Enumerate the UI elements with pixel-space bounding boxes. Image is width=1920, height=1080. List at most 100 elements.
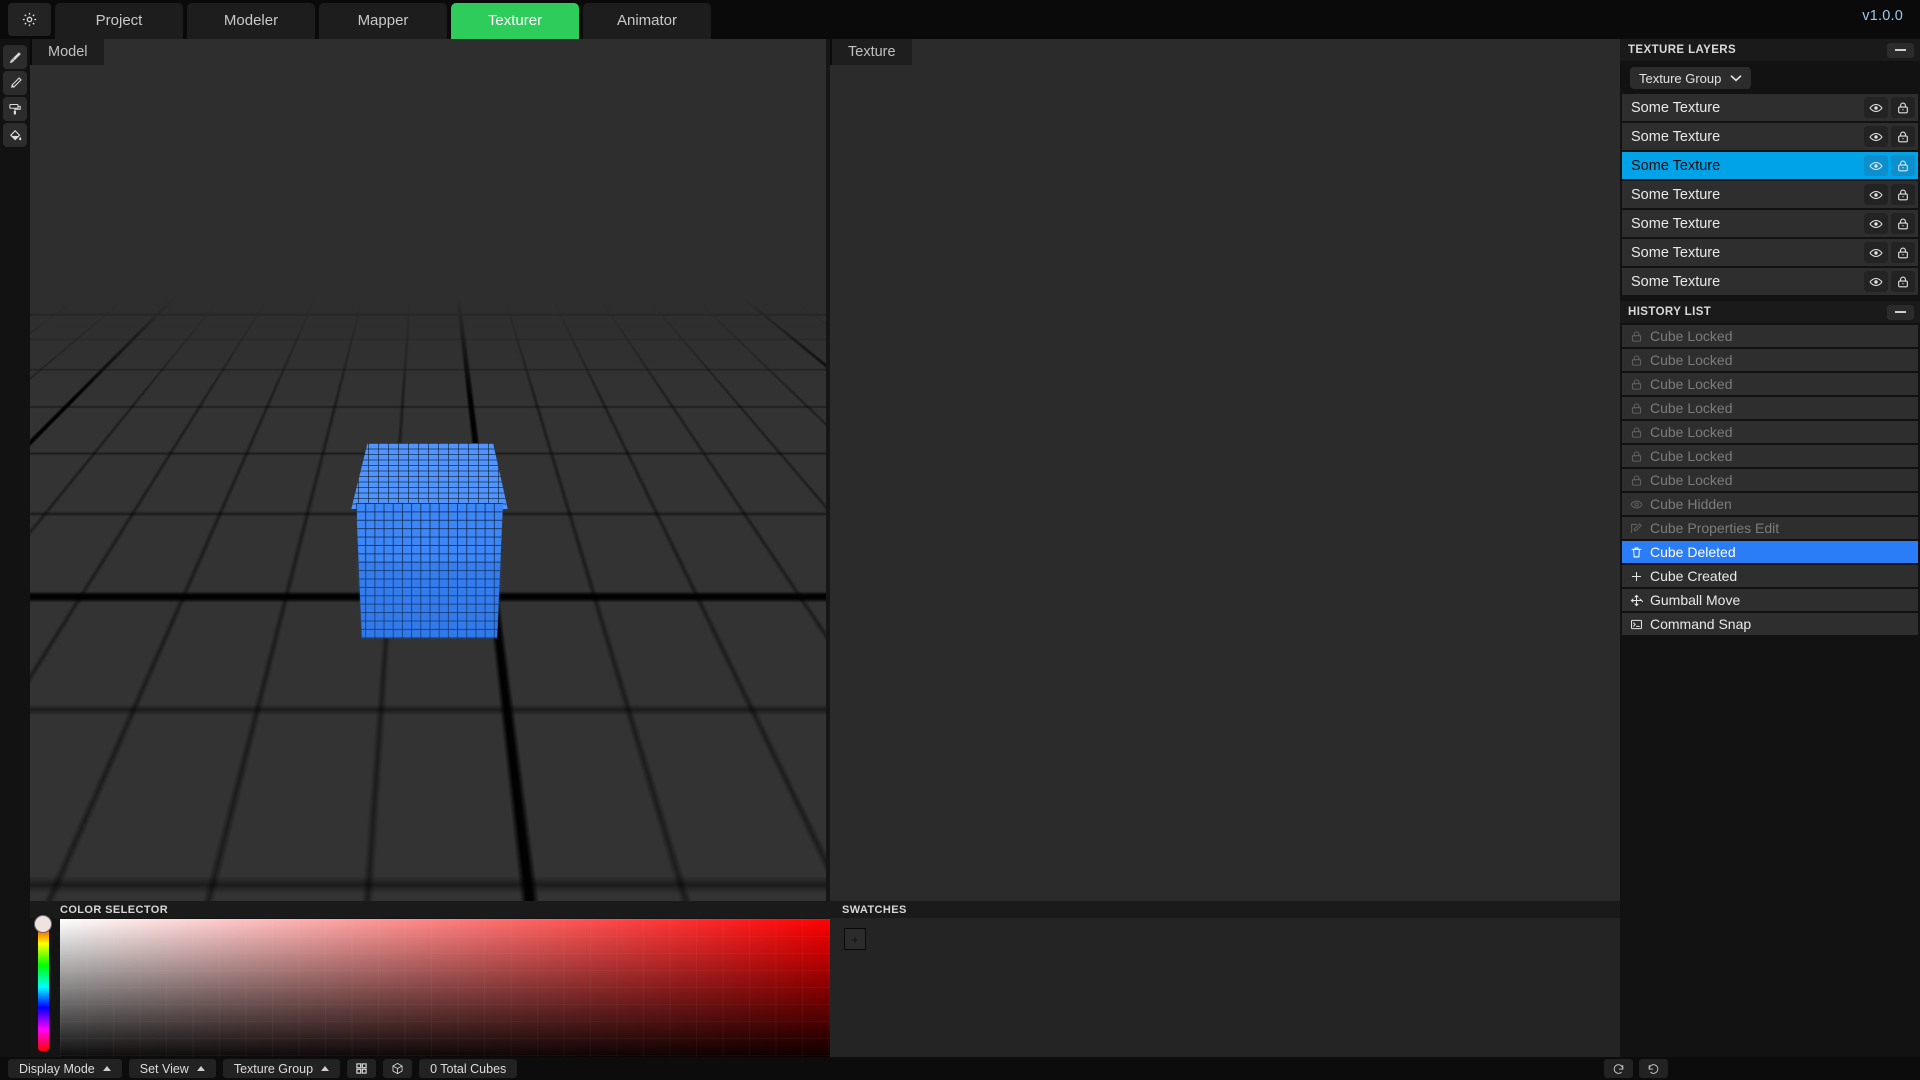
redo-button[interactable] [1639,1059,1668,1078]
history-entry-label: Cube Locked [1650,352,1733,368]
texture-layer-row[interactable]: Some Texture [1622,152,1918,179]
layer-visibility-toggle[interactable] [1864,271,1888,292]
layer-lock-toggle[interactable] [1891,271,1915,292]
history-entry[interactable]: Cube Locked [1622,397,1918,419]
history-entry[interactable]: Cube Created [1622,565,1918,587]
tool-paint-roller-button[interactable] [3,97,27,121]
tool-paintbrush-button[interactable] [3,45,27,69]
layer-visibility-toggle[interactable] [1864,97,1888,118]
add-swatch-button[interactable]: + [844,928,866,950]
tab-animator[interactable]: Animator [583,3,711,39]
history-entry-label: Cube Deleted [1650,544,1736,560]
history-entry[interactable]: Gumball Move [1622,589,1918,611]
viewport-tab-model[interactable]: Model [30,39,104,65]
history-entry-label: Cube Locked [1650,400,1733,416]
texture-layer-row[interactable]: Some Texture [1622,210,1918,237]
texture-layers-title: TEXTURE LAYERS [1628,44,1737,56]
cube-view-button[interactable] [383,1059,413,1078]
tab-modeler[interactable]: Modeler [187,3,315,39]
display-mode-button[interactable]: Display Mode [8,1059,122,1078]
tab-mapper[interactable]: Mapper [319,3,447,39]
history-entry[interactable]: Command Snap [1622,613,1918,635]
history-entry[interactable]: Cube Locked [1622,445,1918,467]
version-label: v1.0.0 [1862,8,1903,24]
texture-layer-row[interactable]: Some Texture [1622,181,1918,208]
settings-gear-button[interactable] [8,3,51,36]
lock-icon [1631,354,1642,366]
move-icon [1630,594,1643,606]
tool-rail [0,39,30,1057]
layer-visibility-toggle[interactable] [1864,155,1888,176]
history-entry-list: Cube Locked Cube Locked Cube Locked Cube Lo… [1620,323,1920,635]
history-entry[interactable]: Cube Hidden [1622,493,1918,515]
chevron-down-icon [1730,75,1742,82]
texture-layers-minimize-button[interactable] [1887,42,1914,58]
texture-layer-name: Some Texture [1631,273,1721,290]
layer-lock-toggle[interactable] [1891,213,1915,234]
history-entry[interactable]: Cube Properties Edit [1622,517,1918,539]
texture-layer-row[interactable]: Some Texture [1622,239,1918,266]
history-entry-label: Cube Locked [1650,448,1733,464]
layer-visibility-toggle[interactable] [1864,213,1888,234]
set-view-label: Set View [139,1061,189,1076]
history-entry-label: Cube Locked [1650,328,1733,344]
plus-icon [1631,571,1642,581]
tool-pencil-button[interactable] [3,71,27,95]
viewport-tab-texture[interactable]: Texture [830,39,912,65]
eye-icon [1869,248,1883,257]
layer-visibility-toggle[interactable] [1864,126,1888,147]
layer-lock-toggle[interactable] [1891,155,1915,176]
gear-icon [22,12,37,27]
tab-texturer[interactable]: Texturer [451,3,579,39]
layer-lock-toggle[interactable] [1891,97,1915,118]
viewport-area: Model Texture [30,39,1620,901]
hue-slider[interactable] [38,923,49,1051]
eye-icon [1869,161,1883,170]
chevron-up-icon [321,1066,330,1071]
lock-icon [1898,276,1908,287]
texture-layer-list: Some Texture Some Texture Some Texture Some… [1620,94,1920,295]
lock-icon [1631,402,1642,414]
history-entry-label: Cube Properties Edit [1650,520,1780,536]
model-viewport[interactable]: Model [30,39,826,901]
set-view-button[interactable]: Set View [128,1059,216,1078]
history-entry[interactable]: Cube Locked [1622,325,1918,347]
history-entry-label: Cube Locked [1650,424,1733,440]
saturation-value-field[interactable] [60,919,830,1057]
layer-lock-toggle[interactable] [1891,126,1915,147]
eye-icon [1869,277,1883,286]
color-selector-title: COLOR SELECTOR [30,901,830,918]
layer-visibility-toggle[interactable] [1864,184,1888,205]
history-entry[interactable]: Cube Deleted [1622,541,1918,563]
history-entry-label: Cube Locked [1650,376,1733,392]
history-entry-label: Gumball Move [1650,592,1741,608]
history-entry[interactable]: Cube Locked [1622,349,1918,371]
status-texture-group-button[interactable]: Texture Group [222,1059,341,1078]
chevron-up-icon [102,1066,111,1071]
texture-viewport-canvas[interactable] [830,39,1620,901]
history-entry[interactable]: Cube Locked [1622,469,1918,491]
texture-group-dropdown[interactable]: Texture Group [1630,67,1752,89]
texture-viewport[interactable]: Texture [830,39,1620,901]
cube-icon [392,1062,403,1075]
history-entry[interactable]: Cube Locked [1622,421,1918,443]
hue-slider-handle[interactable] [34,915,52,933]
layer-visibility-toggle[interactable] [1864,242,1888,263]
tab-project[interactable]: Project [55,3,183,39]
layer-lock-toggle[interactable] [1891,184,1915,205]
history-entry[interactable]: Cube Locked [1622,373,1918,395]
lock-icon [1898,102,1908,113]
application-window: Project Modeler Mapper Texturer Animator v1.… [0,0,1920,1080]
display-mode-label: Display Mode [19,1061,95,1076]
tool-paint-bucket-button[interactable] [3,123,27,147]
model-viewport-canvas[interactable] [30,39,826,901]
texture-layer-row[interactable]: Some Texture [1622,94,1918,121]
texture-layer-row[interactable]: Some Texture [1622,268,1918,295]
history-list-minimize-button[interactable] [1887,304,1914,320]
texture-layer-row[interactable]: Some Texture [1622,123,1918,150]
paintbrush-icon [9,51,21,63]
grid-toggle-button[interactable] [347,1059,377,1078]
trash-icon [1631,546,1642,557]
undo-button[interactable] [1604,1059,1633,1078]
layer-lock-toggle[interactable] [1891,242,1915,263]
